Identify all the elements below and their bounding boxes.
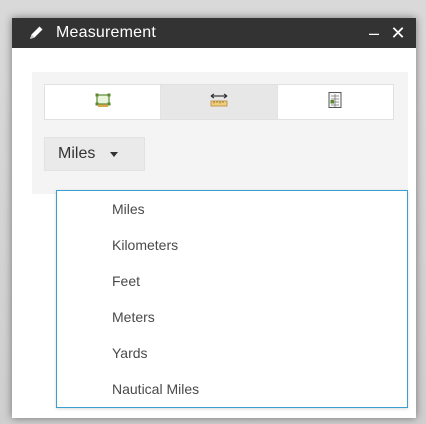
pencil-icon (26, 23, 46, 43)
window-controls: – ✕ (362, 18, 410, 48)
unit-option-kilometers[interactable]: Kilometers (57, 227, 407, 263)
unit-select-value: Miles (58, 145, 96, 162)
window-title: Measurement (56, 24, 157, 41)
unit-option-list: Miles Kilometers Feet Meters Yards Nauti… (57, 191, 407, 407)
location-tool-button[interactable] (278, 85, 393, 119)
minimize-button[interactable]: – (362, 21, 386, 45)
area-tool-button[interactable] (45, 85, 162, 119)
close-button[interactable]: ✕ (386, 21, 410, 45)
chevron-down-icon (110, 151, 119, 157)
unit-option-miles[interactable]: Miles (57, 191, 407, 227)
unit-option-yards[interactable]: Yards (57, 335, 407, 371)
window-titlebar[interactable]: Measurement – ✕ (12, 18, 416, 48)
area-measure-icon (94, 92, 112, 113)
measurement-panel: Miles (32, 72, 408, 194)
location-coordinates-icon (327, 91, 343, 114)
unit-option-meters[interactable]: Meters (57, 299, 407, 335)
unit-dropdown-menu: Miles Kilometers Feet Meters Yards Nauti… (56, 190, 408, 408)
unit-select[interactable]: Miles (44, 137, 145, 171)
distance-ruler-icon (209, 92, 229, 113)
distance-tool-button[interactable] (161, 85, 278, 119)
measurement-toolbar (44, 84, 394, 120)
unit-option-nautical-miles[interactable]: Nautical Miles (57, 371, 407, 407)
measurement-window: Measurement – ✕ Miles Miles Kilometers F… (12, 18, 416, 418)
unit-option-feet[interactable]: Feet (57, 263, 407, 299)
